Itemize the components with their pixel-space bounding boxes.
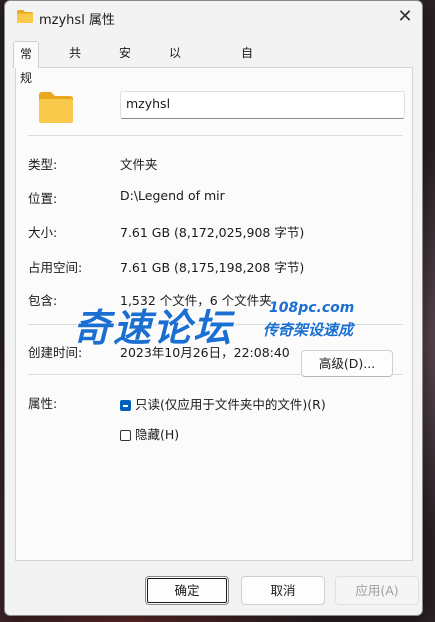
folder-icon <box>17 10 33 23</box>
watermark-logo: 奇速论坛 108pc.com 传奇架设速成 <box>73 297 373 350</box>
disk-size-label: 占用空间: <box>28 260 83 275</box>
location-label: 位置: <box>28 191 58 206</box>
readonly-checkbox[interactable]: 只读(仅应用于文件夹中的文件)(R) <box>120 394 326 412</box>
cancel-button[interactable]: 取消 <box>241 576 325 605</box>
tab-general[interactable]: 常规 <box>13 41 40 85</box>
close-button[interactable]: ✕ <box>388 1 422 35</box>
folder-icon <box>39 92 73 123</box>
tab-customize[interactable]: 自定义 <box>235 41 259 108</box>
type-label: 类型: <box>28 157 58 172</box>
title-bar: mzyhsl 属性 ✕ <box>5 1 422 35</box>
hidden-label: 隐藏(H) <box>135 427 180 442</box>
ok-button[interactable]: 确定 <box>145 576 229 605</box>
hidden-checkbox[interactable]: 隐藏(H) <box>120 424 180 442</box>
size-value: 7.61 GB (8,172,025,908 字节) <box>120 225 305 240</box>
watermark-title: 奇速论坛 <box>73 306 234 350</box>
readonly-label: 只读(仅应用于文件夹中的文件)(R) <box>135 397 326 412</box>
tab-previous-versions[interactable]: 以前的版本 <box>163 41 187 156</box>
type-value: 文件夹 <box>120 157 158 172</box>
properties-dialog: mzyhsl 属性 ✕ 常规 共享 安全 以前的版本 自定义 mzyhsl 类型… <box>4 0 423 616</box>
folder-name-input[interactable]: mzyhsl <box>120 91 405 119</box>
attributes-label: 属性: <box>28 396 58 411</box>
advanced-button[interactable]: 高级(D)... <box>301 350 393 377</box>
contains-label: 包含: <box>28 293 58 308</box>
checkbox-indeterminate-icon <box>120 400 131 411</box>
disk-size-value: 7.61 GB (8,175,198,208 字节) <box>120 260 305 275</box>
window-title: mzyhsl 属性 <box>39 13 115 28</box>
close-icon: ✕ <box>397 6 413 27</box>
tab-sharing[interactable]: 共享 <box>63 41 87 84</box>
size-label: 大小: <box>28 225 58 240</box>
location-value: D:\Legend of mir <box>120 188 225 203</box>
watermark-subtitle: 传奇架设速成 <box>263 321 354 339</box>
tab-security[interactable]: 安全 <box>113 41 137 84</box>
apply-button[interactable]: 应用(A) <box>335 576 419 605</box>
checkbox-unchecked-icon <box>120 430 131 441</box>
divider <box>28 135 403 136</box>
watermark-url: 108pc.com <box>269 300 355 316</box>
